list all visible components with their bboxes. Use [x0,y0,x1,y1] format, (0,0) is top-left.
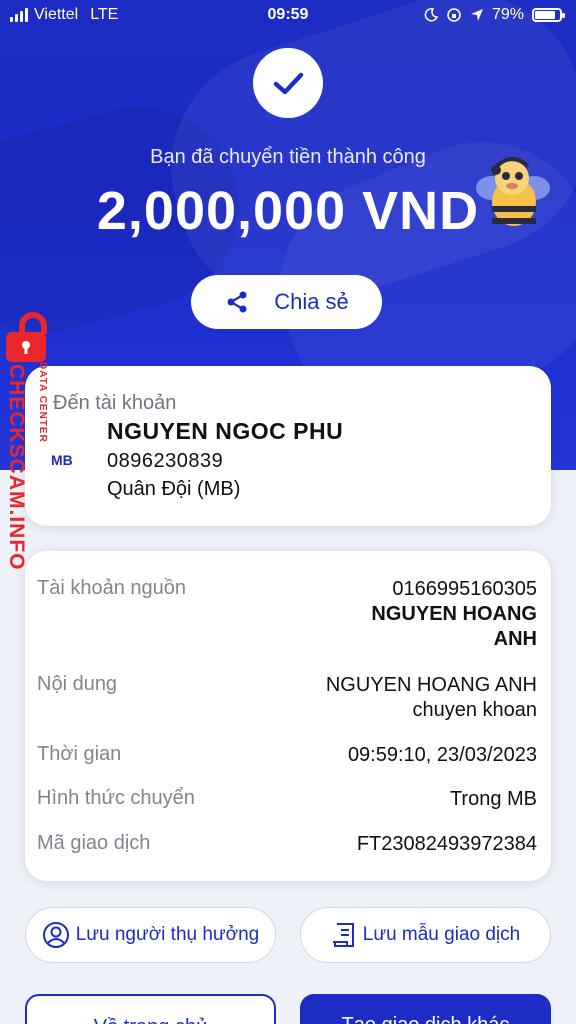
location-icon [470,9,483,21]
save-template-label: Lưu mẫu giao dịch [362,924,521,945]
new-transaction-label: Tạo giao dịch khác [342,1014,510,1024]
content-line: NGUYEN HOANG ANH [325,674,537,696]
source-account-number: 0166995160305 [392,578,537,600]
success-check-icon [253,48,323,118]
source-account-value: 0166995160305 NGUYEN HOANG ANH [371,577,537,652]
lock-icon [6,312,47,362]
save-beneficiary-label: Lưu người thụ hưởng [75,924,260,945]
time-value: 09:59:10, 23/03/2023 [347,744,537,766]
receipt-icon [332,923,354,947]
save-template-button[interactable]: Lưu mẫu giao dịch [300,907,551,963]
transaction-code-label: Mã giao dịch [37,832,151,854]
mascot-icon [476,157,550,226]
share-label: Chia sẻ [274,289,349,314]
recipient-name: NGUYEN NGOC PHU [107,418,344,444]
source-name: NGUYEN HOANG [371,603,537,625]
time-label: Thời gian [37,743,122,765]
method-label: Hình thức chuyển [37,787,195,809]
recipient-bank: Quân Đội (MB) [107,478,241,500]
source-name-cont: ANH [493,628,537,650]
moon-icon [424,8,438,22]
share-icon [227,291,247,313]
content-label: Nội dung [37,673,118,695]
save-beneficiary-button[interactable]: Lưu người thụ hưởng [25,907,276,963]
transaction-code-row: Mã giao dịch FT23082493972384 [37,832,537,858]
battery-percent: 79% [491,6,524,23]
rotation-lock-icon [447,8,461,22]
home-button[interactable]: Về trang chủ [25,994,276,1024]
content-value: NGUYEN HOANG ANH chuyen khoan [326,673,537,723]
destination-card: Đến tài khoản MB NGUYEN NGOC PHU 0896230… [25,366,551,526]
watermark [2,306,62,596]
method-row: Hình thức chuyển Trong MB [37,787,537,813]
content-row: Nội dung NGUYEN HOANG ANH chuyen khoan [37,673,537,725]
time-row: Thời gian 09:59:10, 23/03/2023 [37,743,537,769]
method-value: Trong MB [449,788,537,810]
battery-icon [532,8,565,22]
status-bar: Viettel LTE 09:59 79% [0,0,576,30]
destination-label: Đến tài khoản [53,392,177,414]
share-button[interactable]: Chia sẻ [191,275,382,329]
transaction-details-card: Tài khoản nguồn 0166995160305 NGUYEN HOA… [25,551,551,881]
transaction-code-value: FT23082493972384 [356,833,537,855]
source-account-row: Tài khoản nguồn 0166995160305 NGUYEN HOA… [37,577,537,657]
content-line: chuyen khoan [412,699,537,721]
user-circle-icon [42,922,69,948]
home-label: Về trang chủ [94,1016,207,1024]
recipient-account: 0896230839 [107,450,224,472]
new-transaction-button[interactable]: Tạo giao dịch khác [300,994,551,1024]
